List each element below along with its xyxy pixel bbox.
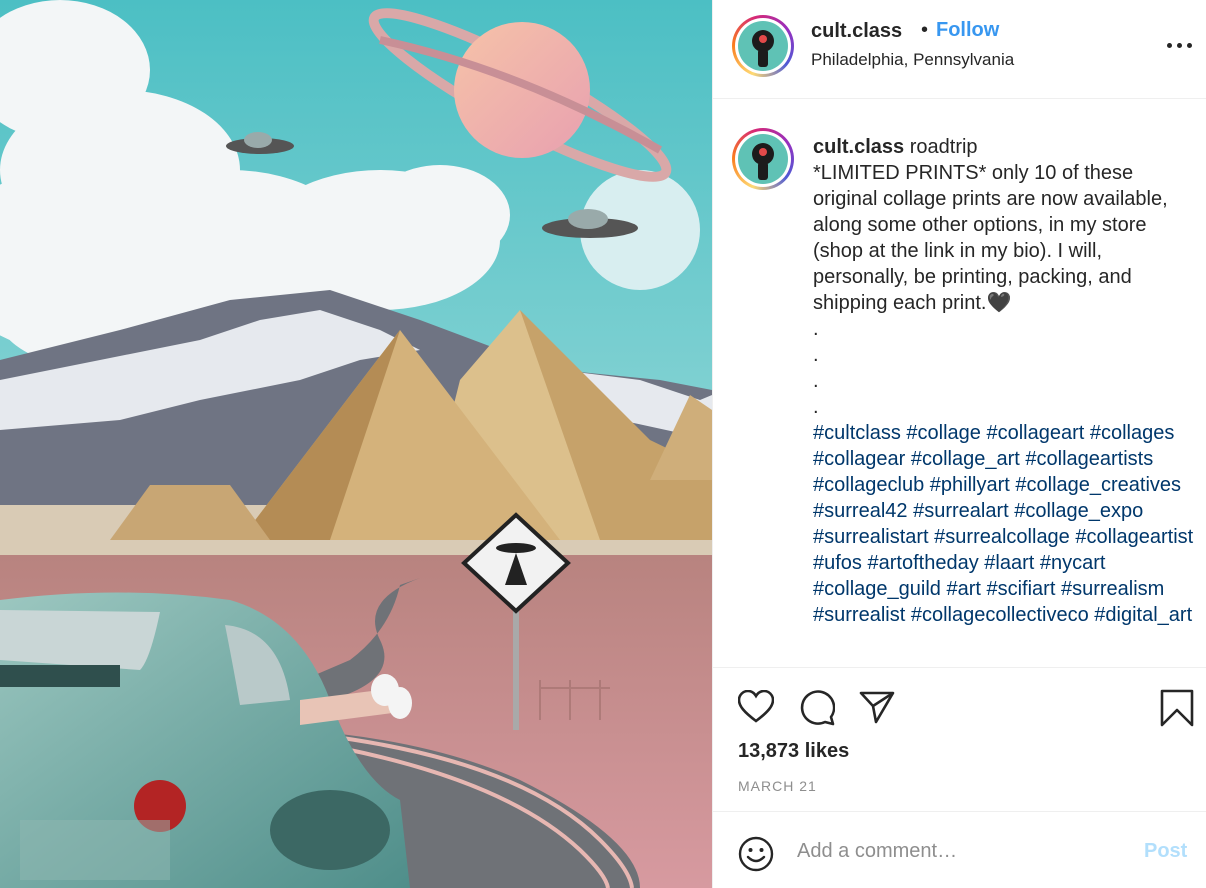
- hashtag-link[interactable]: #collage_guild: [813, 578, 941, 600]
- hashtag-link[interactable]: #surrealcollage: [934, 526, 1070, 548]
- hashtag-link[interactable]: #nycart: [1040, 552, 1106, 574]
- caption-username[interactable]: cult.class: [813, 136, 904, 158]
- hashtag-link[interactable]: #artoftheday: [868, 552, 979, 574]
- bookmark-icon[interactable]: [1160, 689, 1194, 727]
- header-username[interactable]: cult.class: [811, 20, 902, 43]
- hashtag-link[interactable]: #collagear: [813, 448, 905, 470]
- avatar[interactable]: [732, 15, 794, 77]
- hashtag-link[interactable]: #surrealistart: [813, 526, 929, 548]
- hashtag-link[interactable]: #digital_art: [1094, 604, 1192, 626]
- caption-text: roadtrip *LIMITED PRINTS* only 10 of the…: [813, 136, 1168, 418]
- heart-icon[interactable]: [738, 690, 774, 724]
- location-link[interactable]: Philadelphia, Pennsylvania: [811, 50, 1014, 70]
- follow-button[interactable]: Follow: [936, 19, 999, 42]
- comment-form: Post: [713, 811, 1206, 888]
- hashtag-link[interactable]: #collageclub: [813, 474, 924, 496]
- hashtag-link[interactable]: #surrealart: [913, 500, 1009, 522]
- likes-count[interactable]: 13,873 likes: [738, 740, 849, 763]
- post-date[interactable]: MARCH 21: [738, 778, 817, 794]
- hashtag-link[interactable]: #surrealist: [813, 604, 905, 626]
- post-header: cult.class • Follow Philadelphia, Pennsy…: [713, 0, 1206, 99]
- hashtag-link[interactable]: #surrealism: [1061, 578, 1164, 600]
- post-button[interactable]: Post: [1144, 840, 1187, 863]
- post-image[interactable]: [0, 0, 712, 888]
- hashtag-list: #cultclass #collage #collageart #collage…: [813, 420, 1197, 628]
- hashtag-link[interactable]: #ufos: [813, 552, 862, 574]
- share-icon[interactable]: [859, 690, 895, 724]
- hashtag-link[interactable]: #laart: [984, 552, 1034, 574]
- hashtag-link[interactable]: #collageartist: [1075, 526, 1193, 548]
- post-caption: cult.class roadtrip *LIMITED PRINTS* onl…: [813, 134, 1197, 628]
- collage-artwork: [0, 0, 712, 888]
- hashtag-link[interactable]: #collageart: [986, 422, 1084, 444]
- comment-icon[interactable]: [799, 690, 835, 726]
- hashtag-link[interactable]: #collage_creatives: [1015, 474, 1181, 496]
- hashtag-link[interactable]: #cultclass: [813, 422, 901, 444]
- hashtag-link[interactable]: #collageartists: [1025, 448, 1153, 470]
- hashtag-link[interactable]: #surreal42: [813, 500, 908, 522]
- hashtag-link[interactable]: #phillyart: [930, 474, 1010, 496]
- avatar-image: [738, 134, 788, 184]
- hashtag-link[interactable]: #collage_art: [911, 448, 1020, 470]
- hashtag-link[interactable]: #art: [946, 578, 980, 600]
- post-actions: 13,873 likes MARCH 21 Post: [713, 667, 1206, 888]
- hashtag-link[interactable]: #collage: [906, 422, 981, 444]
- hashtag-link[interactable]: #collages: [1090, 422, 1175, 444]
- avatar-image: [738, 21, 788, 71]
- smiley-icon[interactable]: [738, 836, 774, 877]
- more-options-icon[interactable]: [1165, 38, 1195, 52]
- comments-area[interactable]: cult.class roadtrip *LIMITED PRINTS* onl…: [713, 100, 1206, 666]
- hashtag-link[interactable]: #collage_expo: [1014, 500, 1143, 522]
- hashtag-link[interactable]: #collagecollectiveco: [911, 604, 1089, 626]
- comment-input[interactable]: [797, 834, 1127, 868]
- separator-dot: •: [921, 19, 929, 41]
- hashtag-link[interactable]: #scifiart: [986, 578, 1055, 600]
- caption-avatar[interactable]: [732, 128, 794, 190]
- post-sidebar: cult.class • Follow Philadelphia, Pennsy…: [712, 0, 1206, 888]
